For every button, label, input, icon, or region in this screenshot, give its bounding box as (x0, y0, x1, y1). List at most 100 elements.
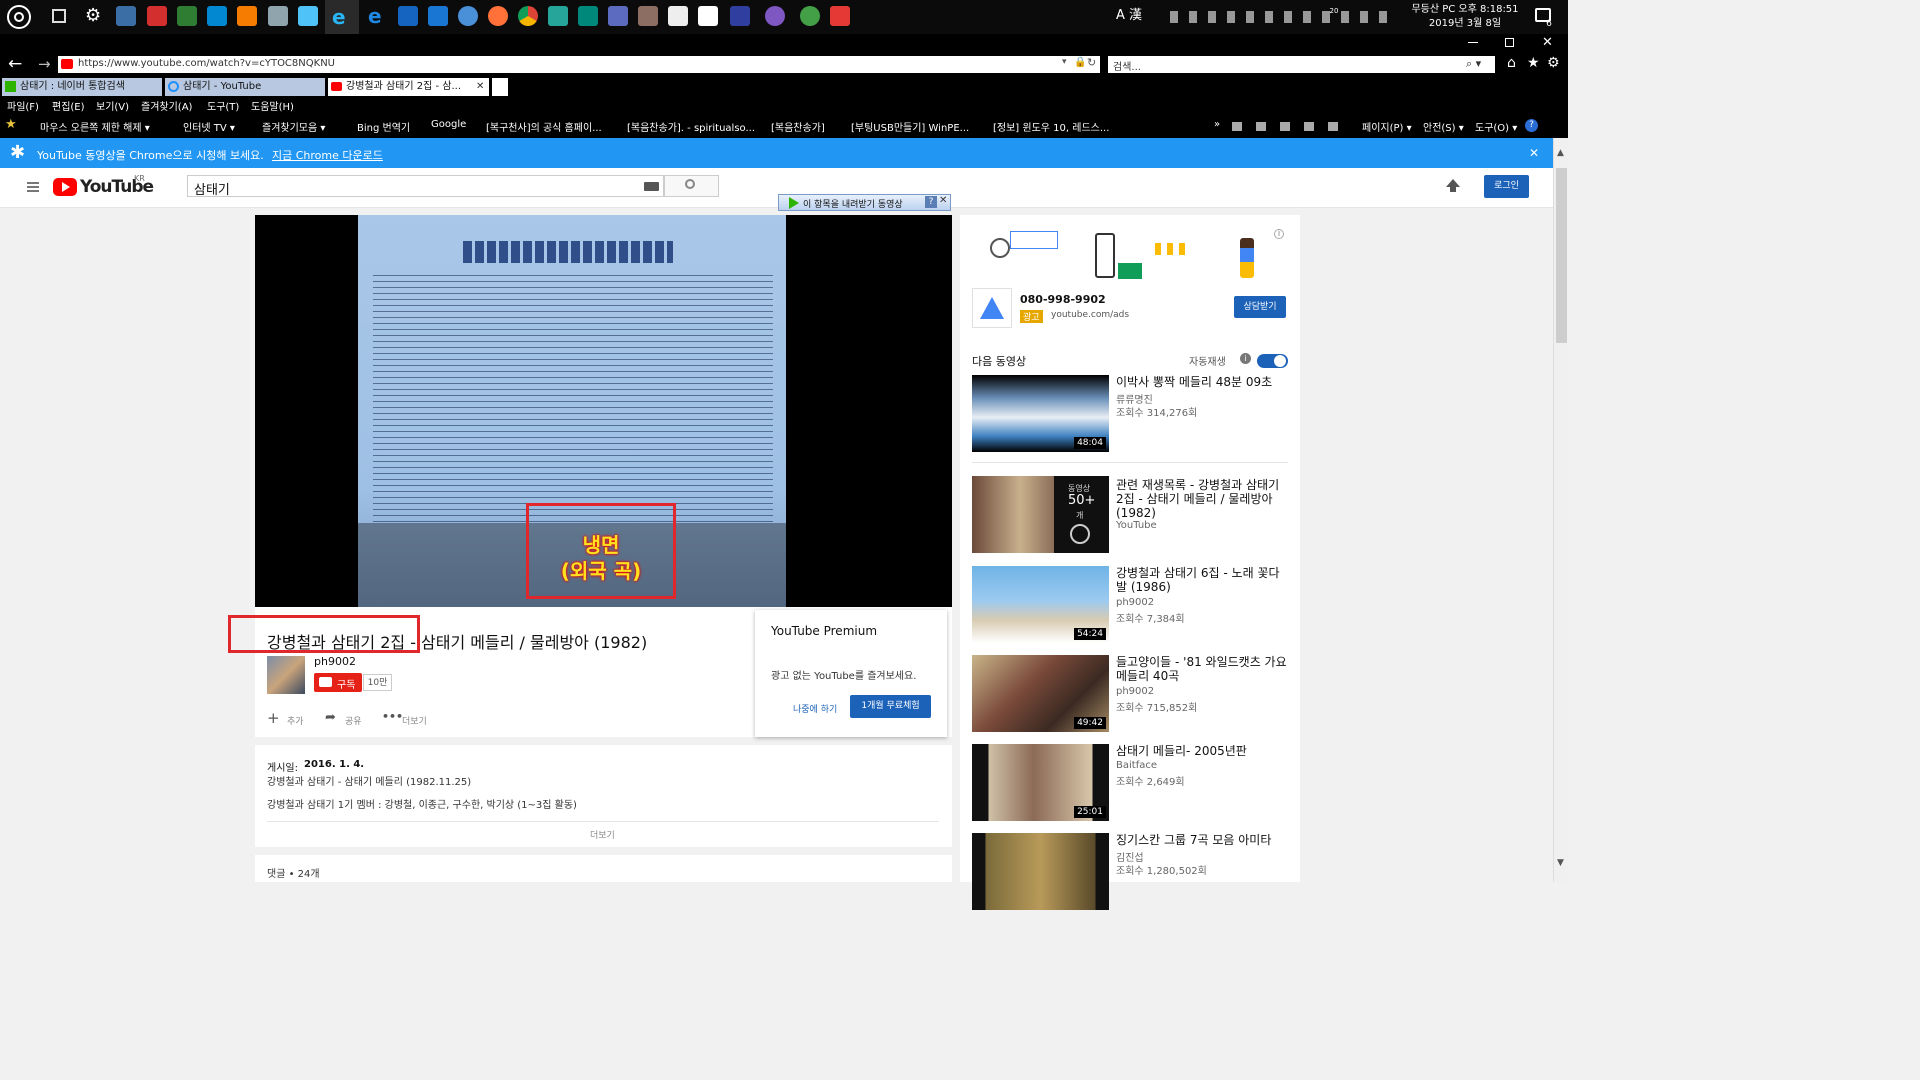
search-query[interactable]: 삼태기 (194, 179, 230, 198)
app-icon-4[interactable] (207, 6, 227, 26)
related-channel[interactable]: ph9002 (1116, 597, 1154, 608)
search-box[interactable]: 검색... ⌕ ▾ (1108, 56, 1495, 73)
home-icon[interactable]: ⌂ (1507, 55, 1516, 71)
ad-cta-button[interactable]: 상담받기 (1234, 296, 1286, 318)
show-more-button[interactable]: 더보기 (590, 828, 615, 841)
favorite-gospel-hymns-2[interactable]: [복음찬송가] (771, 119, 825, 134)
app-icon-11[interactable] (608, 6, 628, 26)
favorite-internet-tv[interactable]: 인터넷 TV ▾ (183, 119, 235, 134)
related-playlist-item[interactable]: 동영상 50+ 개 관련 재생목록 - 강병철과 삼태기 2집 - 삼태기 메들… (972, 476, 1292, 553)
app-icon-13[interactable] (730, 6, 750, 26)
app-icon-9[interactable] (548, 6, 568, 26)
address-bar[interactable]: https://www.youtube.com/watch?v=cYTOC8NQ… (58, 56, 1100, 73)
favorite-bing-translator[interactable]: Bing 번역기 (357, 119, 410, 134)
refresh-icon[interactable]: ↻ (1087, 56, 1096, 69)
app-icon-15[interactable] (800, 6, 820, 26)
favorite-boot-usb[interactable]: [부팅USB만들기] WinPE... (851, 119, 969, 134)
channel-name[interactable]: ph9002 (314, 655, 356, 668)
app-icon-1[interactable] (116, 6, 136, 26)
add-label[interactable]: 추가 (287, 714, 304, 727)
tab-naver[interactable]: 삼태기 : 네이버 통합검색 (2, 78, 162, 96)
app-icon-16[interactable] (830, 6, 850, 26)
related-item[interactable]: 54:24 강병철과 삼태기 6집 - 노래 꽃다발 (1986) ph9002… (972, 566, 1292, 643)
menu-edit[interactable]: 편집(E) (52, 98, 85, 113)
minimize-icon[interactable] (1468, 42, 1478, 43)
firefox-icon[interactable] (488, 6, 508, 26)
related-item[interactable]: 25:01 삼태기 메들리- 2005년판 Baitface 조회수 2,649… (972, 744, 1292, 821)
favorite-windows10-info[interactable]: [정보] 윈도우 10, 레드스... (993, 119, 1109, 134)
ad-phone[interactable]: 080-998-9902 (1020, 293, 1106, 306)
favorite-gospel-hymns-1[interactable]: [복음찬송가]. - spiritualso... (627, 119, 755, 134)
settings-icon[interactable]: ⚙ (85, 6, 105, 26)
tab-current-video[interactable]: 강병철과 삼태기 2집 - 삼... ✕ (328, 78, 489, 96)
close-banner-icon[interactable]: ✕ (1529, 146, 1539, 160)
help-icon[interactable]: ? (1525, 119, 1538, 132)
download-close-icon[interactable]: ✕ (939, 195, 947, 206)
app-icon-7[interactable] (398, 6, 418, 26)
more-label[interactable]: 더보기 (402, 714, 427, 727)
related-item[interactable]: 49:42 들고양이들 - '81 와일드캣츠 가요메들리 40곡 ph9002… (972, 655, 1292, 732)
premium-trial-button[interactable]: 1개월 무료체험 (850, 695, 931, 718)
app-icon-6[interactable] (298, 6, 318, 26)
search-input[interactable]: 삼태기 (187, 175, 664, 198)
related-title[interactable]: 들고양이들 - '81 와일드캣츠 가요메들리 40곡 (1116, 655, 1288, 683)
related-title[interactable]: 강병철과 삼태기 6집 - 노래 꽃다발 (1986) (1116, 566, 1288, 594)
menu-tools[interactable]: 도구(T) (207, 98, 239, 113)
related-thumbnail[interactable]: 25:01 (972, 744, 1109, 821)
tools-gear-icon[interactable]: ⚙ (1547, 55, 1560, 71)
url-text[interactable]: https://www.youtube.com/watch?v=cYTOC8NQ… (78, 58, 335, 69)
app-icon-8[interactable] (428, 6, 448, 26)
keyboard-icon[interactable] (644, 182, 659, 191)
channel-avatar[interactable] (267, 656, 305, 694)
video-player[interactable]: 냉면 (외국 곡) (255, 215, 952, 607)
menu-view[interactable]: 보기(V) (96, 98, 129, 113)
related-channel[interactable]: YouTube (1116, 520, 1157, 531)
new-tab-button[interactable] (492, 78, 508, 96)
related-item[interactable]: 징기스칸 그룹 7곡 모음 아미타 김진섭 조회수 1,280,502회 (972, 833, 1292, 910)
app-icon-5[interactable] (268, 6, 288, 26)
menu-favorites[interactable]: 즐겨찾기(A) (141, 98, 192, 113)
ad-domain[interactable]: youtube.com/ads (1051, 310, 1129, 320)
clock-line-1[interactable]: 무등산 PC 오후 8:18:51 (1400, 3, 1530, 16)
more-dots-icon[interactable]: ••• (382, 710, 403, 723)
related-title[interactable]: 이박사 뽕짝 메들리 48분 09초 (1116, 375, 1291, 389)
hamburger-menu-icon[interactable] (27, 182, 39, 192)
restore-icon[interactable] (1505, 38, 1514, 47)
store-icon[interactable] (668, 6, 688, 26)
chrome-icon[interactable] (518, 6, 538, 26)
favorite-collection[interactable]: 즐겨찾기모음 ▾ (262, 119, 325, 134)
clock-line-2[interactable]: 2019년 3월 8일 (1400, 17, 1530, 30)
youtube-logo-icon[interactable] (53, 178, 77, 196)
autoplay-toggle[interactable] (1257, 354, 1288, 368)
search-icon[interactable]: ⌕ ▾ (1466, 57, 1481, 71)
search-button[interactable] (664, 175, 719, 197)
scroll-up-arrow[interactable]: ▲ (1557, 148, 1564, 158)
add-plus-icon[interactable]: + (267, 709, 280, 727)
related-thumbnail[interactable] (972, 833, 1109, 910)
mail-icon[interactable] (698, 6, 718, 26)
login-button[interactable]: 로그인 (1484, 175, 1529, 198)
app-icon-12[interactable] (638, 6, 658, 26)
favorite-google[interactable]: Google (431, 119, 466, 130)
related-channel[interactable]: Baitface (1116, 760, 1157, 771)
globe-icon[interactable] (458, 6, 478, 26)
favorite-recovery-angel[interactable]: [복구천사]의 공식 홈페이... (486, 119, 602, 134)
address-dropdown-icon[interactable]: ▾ (1062, 57, 1067, 67)
forward-arrow-icon[interactable]: → (38, 55, 51, 73)
edge-icon[interactable]: e (368, 6, 388, 26)
task-view-icon[interactable] (52, 9, 66, 23)
related-title[interactable]: 삼태기 메들리- 2005년판 (1116, 744, 1288, 758)
related-title[interactable]: 징기스칸 그룹 7곡 모음 아미타 (1116, 833, 1288, 847)
related-thumbnail[interactable]: 49:42 (972, 655, 1109, 732)
premium-later-button[interactable]: 나중에 하기 (793, 702, 837, 715)
download-video-bar[interactable]: 이 항목을 내려받기 동영상 ? ✕ (778, 194, 951, 211)
menu-page[interactable]: 페이지(P) ▾ (1362, 119, 1412, 134)
chrome-download-link[interactable]: 지금 Chrome 다운로드 (272, 147, 383, 163)
add-favorite-icon[interactable]: ★ (5, 117, 17, 132)
close-window-icon[interactable]: ✕ (1542, 35, 1553, 50)
tab-youtube-search[interactable]: 삼태기 - YouTube (165, 78, 325, 96)
page-scrollbar[interactable]: ▲ ▼ (1553, 138, 1568, 882)
scroll-down-arrow[interactable]: ▼ (1557, 858, 1564, 868)
app-icon-3[interactable] (177, 6, 197, 26)
more-favorites-chevron[interactable]: » (1214, 119, 1220, 130)
